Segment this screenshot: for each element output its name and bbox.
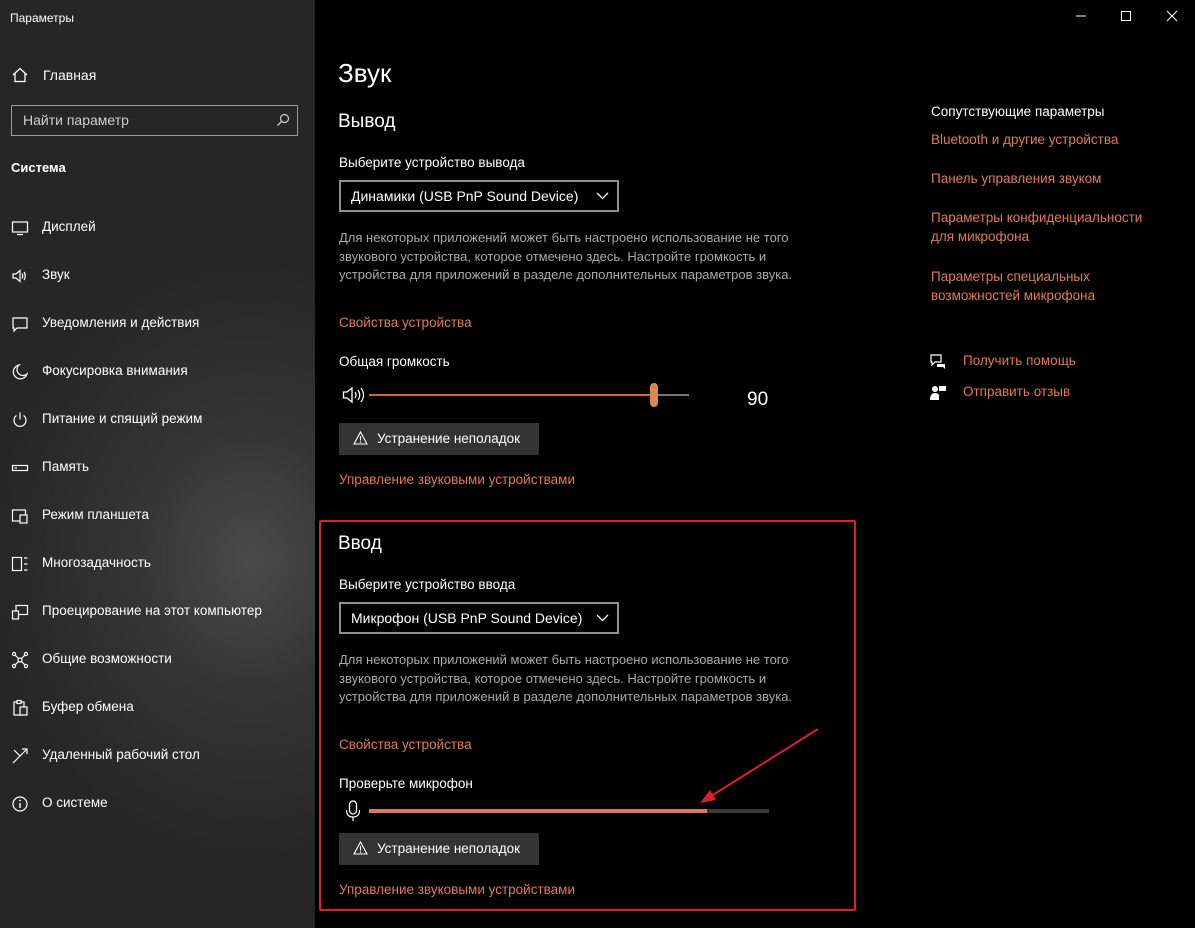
warning-icon — [353, 841, 368, 855]
sidebar-item-label: Проецирование на этот компьютер — [42, 603, 262, 618]
home-icon — [12, 67, 28, 83]
speaker-icon — [12, 269, 26, 283]
search-input[interactable] — [12, 106, 273, 134]
sidebar-home-label: Главная — [43, 67, 97, 83]
related-link-mic-privacy[interactable]: Параметры конфиденциальности для микрофо… — [931, 208, 1161, 246]
sidebar-item-label: Память — [42, 459, 90, 474]
sidebar-item-label: Дисплей — [42, 219, 96, 234]
get-help-link[interactable]: Получить помощь — [929, 351, 1169, 373]
volume-slider[interactable] — [369, 383, 689, 407]
send-feedback-label: Отправить отзыв — [963, 384, 1071, 399]
annotation-arrow-icon — [700, 728, 819, 803]
chevron-down-icon — [596, 192, 609, 200]
tablet-icon — [11, 509, 28, 524]
page-title: Звук — [338, 58, 392, 88]
moon-icon — [12, 363, 29, 380]
remote-desktop-icon — [12, 748, 28, 764]
volume-slider-thumb[interactable] — [649, 383, 658, 407]
sidebar-item-label: Общие возможности — [42, 651, 172, 666]
sidebar-item-projection[interactable]: Проецирование на этот компьютер — [0, 594, 315, 642]
sidebar-item-remote-desktop[interactable]: Удаленный рабочий стол — [0, 738, 315, 786]
sidebar-nav: Дисплей Звук Уведомления и действия Фоку… — [0, 210, 315, 834]
mic-test-label: Проверьте микрофон — [339, 776, 473, 791]
sidebar-item-display[interactable]: Дисплей — [0, 210, 315, 258]
minimize-icon — [1076, 15, 1086, 17]
sidebar-section-title: Система — [11, 160, 66, 175]
output-device-properties-link[interactable]: Свойства устройства — [339, 315, 472, 330]
projection-icon — [11, 604, 29, 620]
sidebar-item-focus[interactable]: Фокусировка внимания — [0, 354, 315, 402]
input-device-properties-link[interactable]: Свойства устройства — [339, 737, 472, 752]
output-troubleshoot-label: Устранение неполадок — [377, 431, 521, 446]
chevron-down-icon — [596, 614, 609, 622]
sidebar-item-label: О системе — [42, 795, 108, 810]
output-description: Для некоторых приложений может быть наст… — [339, 230, 793, 282]
input-device-dropdown[interactable]: Микрофон (USB PnP Sound Device) — [339, 602, 619, 634]
mic-level-fill — [369, 809, 707, 813]
input-manage-devices-link[interactable]: Управление звуковыми устройствами — [339, 882, 575, 897]
input-heading: Ввод — [338, 533, 382, 554]
sidebar-item-label: Питание и спящий режим — [42, 411, 203, 426]
info-icon — [12, 796, 28, 812]
storage-icon — [11, 464, 29, 472]
search-icon[interactable] — [276, 113, 290, 127]
close-button[interactable] — [1149, 0, 1195, 32]
output-device-label: Выберите устройство вывода — [339, 155, 525, 170]
sidebar-item-label: Фокусировка внимания — [42, 363, 188, 378]
sidebar-item-label: Буфер обмена — [42, 699, 134, 714]
sidebar-item-clipboard[interactable]: Буфер обмена — [0, 690, 315, 738]
output-heading: Вывод — [338, 111, 396, 132]
related-link-sound-control-panel[interactable]: Панель управления звуком — [931, 169, 1171, 188]
power-icon — [13, 412, 27, 427]
volume-value: 90 — [747, 389, 769, 410]
send-feedback-link[interactable]: Отправить отзыв — [929, 382, 1169, 404]
sidebar-item-label: Уведомления и действия — [42, 315, 200, 330]
input-device-value: Микрофон (USB PnP Sound Device) — [351, 610, 583, 626]
microphone-icon — [345, 800, 361, 821]
input-troubleshoot-button[interactable]: Устранение неполадок — [339, 833, 539, 865]
sidebar-home[interactable]: Главная — [0, 60, 315, 88]
sidebar-item-storage[interactable]: Память — [0, 450, 315, 498]
sidebar-item-tablet[interactable]: Режим планшета — [0, 498, 315, 546]
sidebar-item-label: Удаленный рабочий стол — [42, 747, 200, 762]
minimize-button[interactable] — [1058, 0, 1104, 32]
search-box — [11, 105, 298, 136]
sidebar-item-power[interactable]: Питание и спящий режим — [0, 402, 315, 450]
sidebar-item-sound[interactable]: Звук — [0, 258, 315, 306]
maximize-icon — [1121, 11, 1131, 21]
sidebar-item-notifications[interactable]: Уведомления и действия — [0, 306, 315, 354]
clipboard-icon — [13, 699, 28, 716]
speaker-volume-icon[interactable] — [342, 386, 366, 404]
sidebar: Параметры Главная Система Дисплей Звук У… — [0, 0, 315, 928]
input-description: Для некоторых приложений может быть наст… — [339, 652, 793, 704]
sidebar-item-label: Многозадачность — [42, 555, 151, 570]
sidebar-item-label: Звук — [42, 267, 70, 282]
related-link-bluetooth[interactable]: Bluetooth и другие устройства — [931, 130, 1171, 149]
sidebar-item-label: Режим планшета — [42, 507, 149, 522]
close-icon — [1166, 10, 1178, 22]
get-help-label: Получить помощь — [963, 353, 1076, 368]
output-troubleshoot-button[interactable]: Устранение неполадок — [339, 423, 539, 455]
output-device-dropdown[interactable]: Динамики (USB PnP Sound Device) — [339, 180, 619, 212]
sidebar-item-about[interactable]: О системе — [0, 786, 315, 834]
warning-icon — [353, 431, 368, 445]
input-troubleshoot-label: Устранение неполадок — [377, 841, 521, 856]
volume-slider-fill — [369, 394, 654, 396]
related-link-mic-accessibility[interactable]: Параметры специальных возможностей микро… — [931, 267, 1131, 305]
volume-label: Общая громкость — [339, 354, 450, 369]
related-settings-title: Сопутствующие параметры — [931, 104, 1105, 119]
output-device-value: Динамики (USB PnP Sound Device) — [351, 188, 579, 204]
multitasking-icon — [11, 556, 28, 572]
sidebar-item-multitasking[interactable]: Многозадачность — [0, 546, 315, 594]
input-device-label: Выберите устройство ввода — [339, 577, 516, 592]
monitor-icon — [11, 221, 29, 236]
notification-icon — [12, 317, 28, 333]
help-icon — [930, 354, 945, 369]
feedback-icon — [930, 386, 946, 400]
maximize-button[interactable] — [1103, 0, 1149, 32]
output-manage-devices-link[interactable]: Управление звуковыми устройствами — [339, 472, 575, 487]
window-title: Параметры — [10, 11, 74, 25]
sidebar-item-shared-experiences[interactable]: Общие возможности — [0, 642, 315, 690]
shared-experiences-icon — [11, 651, 29, 669]
